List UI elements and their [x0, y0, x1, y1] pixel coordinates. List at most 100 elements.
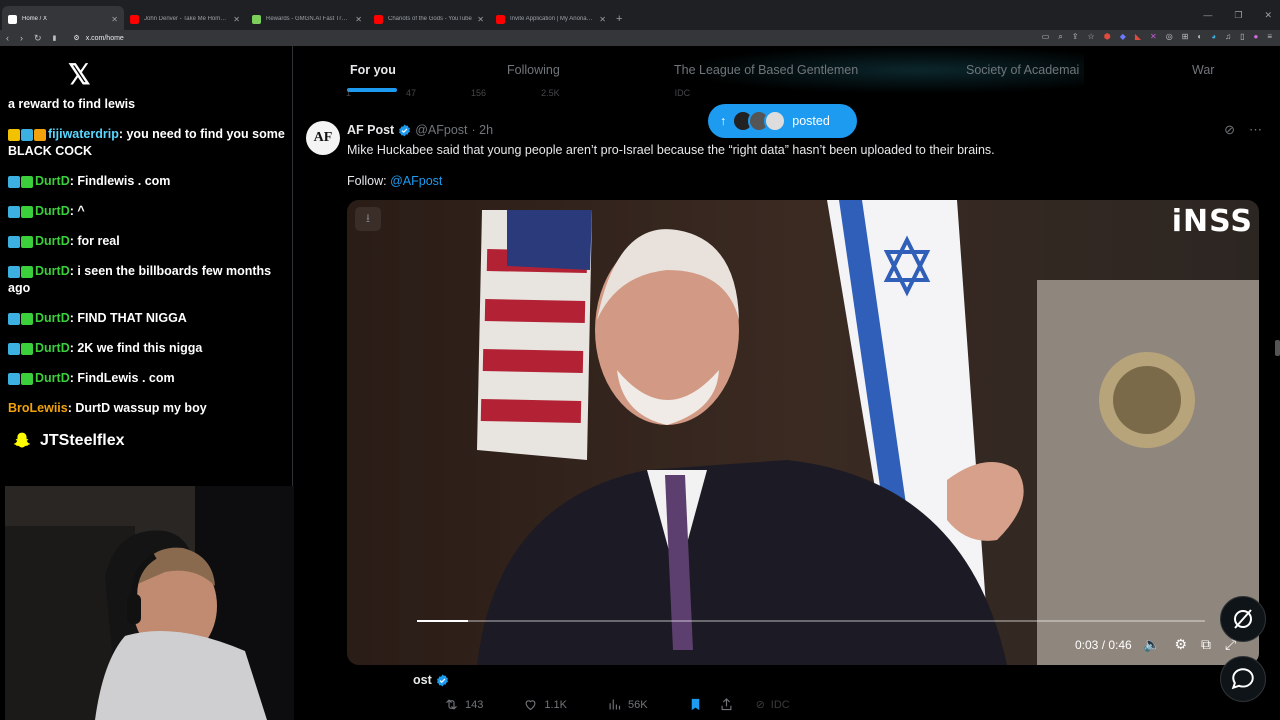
close-tab-icon[interactable]: ✕ — [111, 15, 118, 24]
x-logo-icon[interactable]: 𝕏 — [68, 58, 91, 91]
close-tab-icon[interactable]: ✕ — [233, 15, 240, 24]
retweet-button[interactable]: 143 — [444, 697, 483, 712]
cast-icon[interactable]: ▭ — [1042, 32, 1050, 42]
close-tab-icon[interactable]: ✕ — [355, 15, 362, 24]
like-button[interactable]: 1.1K — [523, 697, 567, 712]
tweet-time[interactable]: · 2h — [472, 123, 494, 137]
browser-tab-title: Chariots of the Gods - YouTube — [388, 16, 472, 22]
avatar — [764, 110, 787, 132]
chat-badge-icon — [21, 342, 33, 355]
shield-extension-icon[interactable]: ⬢ — [1104, 32, 1111, 42]
snapchat-handle: JTSteelflex — [12, 431, 124, 451]
sidebar-icon[interactable]: ▯ — [1240, 32, 1244, 42]
gmgn-icon — [252, 14, 261, 24]
tab-war[interactable]: War — [1192, 63, 1214, 77]
chat-badges — [8, 205, 33, 218]
next-tweet-author[interactable]: ost — [413, 673, 449, 687]
browser-tab[interactable]: Chariots of the Gods - YouTube ✕ — [368, 6, 490, 32]
messages-fab-button[interactable] — [1220, 656, 1266, 702]
tab-for-you[interactable]: For you — [350, 63, 396, 77]
prev-reply-count[interactable]: 1 — [346, 88, 351, 98]
address-bar[interactable]: ⚙ x.com/home — [73, 34, 124, 43]
extension-icon-5[interactable]: ◐ — [1197, 32, 1202, 42]
browser-tab[interactable]: Invite Application | My Anonamouse ✕ — [490, 6, 612, 32]
grok-fab-button[interactable] — [1220, 596, 1266, 642]
chat-badge-icon — [21, 205, 33, 218]
forward-icon[interactable]: › — [20, 33, 23, 43]
prev-retweet-count[interactable]: 47 — [406, 88, 416, 98]
close-tab-icon[interactable]: ✕ — [477, 15, 484, 24]
media-icon[interactable]: ♫ — [1225, 32, 1231, 42]
grok-label: IDC — [770, 698, 790, 711]
zoom-icon[interactable]: ⌕ — [1058, 32, 1062, 42]
follow-label: Follow: — [347, 174, 391, 188]
chat-badge-icon — [8, 342, 20, 355]
back-icon[interactable]: ‹ — [6, 33, 9, 43]
tweet-actions: 143 1.1K 56K ⊘ IDC — [444, 697, 864, 712]
extension-x-icon[interactable]: ✕ — [1150, 32, 1157, 42]
grok-icon[interactable]: ⊘ — [1224, 122, 1235, 138]
chat-text: : Findlewis . com — [69, 174, 171, 188]
close-tab-icon[interactable]: ✕ — [599, 15, 606, 24]
extension-icon-6[interactable]: ◕ — [1211, 32, 1216, 42]
tweet-author-handle[interactable]: @AFpost — [415, 123, 467, 137]
extension-icon-4[interactable]: ⊞ — [1182, 32, 1189, 42]
minimize-icon[interactable]: — — [1203, 10, 1212, 21]
tweet-author-avatar[interactable]: AF — [306, 121, 340, 155]
browser-tab-title: John Denver - Take Me Home, Count — [144, 16, 228, 22]
tab-following[interactable]: Following — [507, 63, 560, 77]
bookmark-page-icon[interactable]: ▮ — [53, 34, 57, 42]
video-progress-bar[interactable] — [417, 620, 1205, 622]
extension-icon-3[interactable]: ◎ — [1166, 32, 1173, 42]
extension-icon-1[interactable]: ◆ — [1120, 32, 1126, 42]
download-icon[interactable]: ⭳ — [355, 207, 381, 231]
youtube-icon — [374, 14, 383, 24]
chat-text: : FindLewis . com — [69, 371, 175, 385]
tweet-video-player[interactable]: ⭳ iNSS 0:03 / 0:46 🔈 ⚙ ⧉ ⤢ — [347, 200, 1259, 665]
share-icon[interactable]: ⇪ — [1072, 32, 1079, 42]
mam-icon — [496, 14, 505, 24]
prev-grok-label[interactable]: IDC — [675, 88, 691, 98]
url-text: x.com/home — [85, 34, 124, 42]
prev-like-count[interactable]: 156 — [471, 88, 486, 98]
settings-gear-icon[interactable]: ⚙ — [1174, 636, 1187, 653]
chat-badges — [8, 265, 33, 278]
video-watermark: iNSS — [1171, 204, 1253, 239]
profile-icon[interactable]: ● — [1253, 32, 1258, 42]
bookmark-button[interactable] — [688, 697, 703, 712]
extension-icon-2[interactable]: ◣ — [1135, 32, 1141, 42]
share-button[interactable] — [719, 697, 734, 712]
star-icon[interactable]: ☆ — [1088, 32, 1095, 42]
menu-icon[interactable]: ≡ — [1267, 32, 1272, 42]
tweet-author-name[interactable]: AF Post — [347, 123, 394, 137]
prev-view-count[interactable]: 2.5K — [541, 88, 560, 98]
follow-link[interactable]: @AFpost — [390, 174, 442, 188]
browser-tab[interactable]: John Denver - Take Me Home, Count ✕ — [124, 6, 246, 32]
chat-username: DurtD — [35, 174, 70, 188]
site-info-icon[interactable]: ⚙ — [73, 34, 79, 42]
restore-icon[interactable]: ❐ — [1234, 10, 1242, 21]
tab-society-of-academai[interactable]: Society of Academai — [966, 63, 1079, 77]
chat-badge-icon — [8, 175, 20, 188]
browser-tab[interactable]: Home / X ✕ — [2, 6, 124, 32]
posted-label: posted — [792, 114, 830, 128]
tab-league-of-based-gentlemen[interactable]: The League of Based Gentlemen — [674, 63, 858, 77]
more-options-icon[interactable]: ⋯ — [1249, 122, 1262, 138]
chat-text: : FIND THAT NIGGA — [69, 311, 187, 325]
tabs-container: Home / X✕John Denver - Take Me Home, Cou… — [0, 6, 612, 32]
close-window-icon[interactable]: ✕ — [1264, 10, 1272, 21]
reload-icon[interactable]: ↻ — [34, 33, 42, 44]
chat-text: a reward to find lewis — [8, 97, 136, 111]
volume-icon[interactable]: 🔈 — [1143, 636, 1160, 653]
chat-username: BroLewiis — [8, 401, 68, 415]
new-tab-button[interactable]: + — [616, 13, 622, 25]
browser-tab[interactable]: Rewards - GMGN.AI Fast Trade, Fast ✕ — [246, 6, 368, 32]
grok-icon: ⊘ — [755, 699, 765, 711]
video-progress-fill — [417, 620, 469, 622]
pip-icon[interactable]: ⧉ — [1201, 636, 1211, 653]
chat-username: DurtD — [35, 311, 70, 325]
views-button[interactable]: 56K — [607, 697, 648, 712]
new-posts-pill[interactable]: ↑ posted — [708, 104, 857, 138]
scrollbar[interactable] — [1275, 340, 1280, 356]
grok-button[interactable]: ⊘ IDC — [755, 698, 790, 712]
